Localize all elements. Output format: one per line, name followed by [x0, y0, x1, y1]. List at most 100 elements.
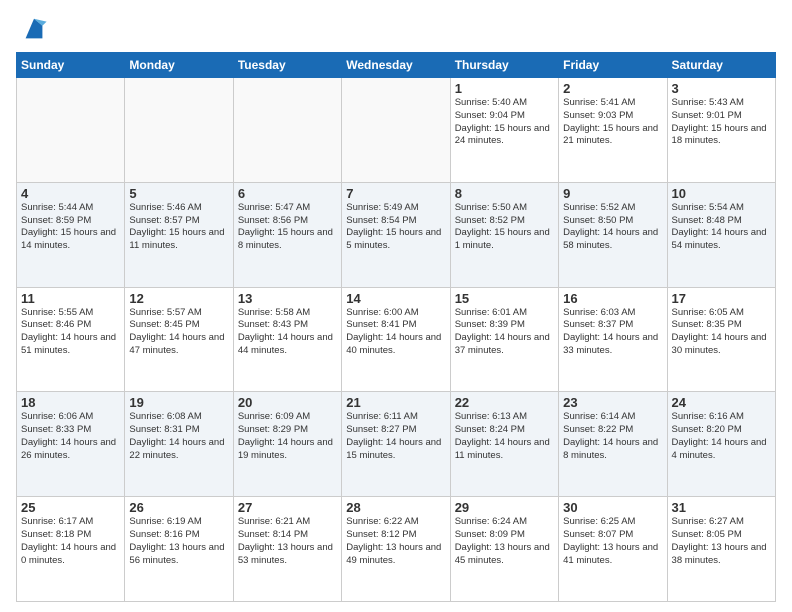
col-header-tuesday: Tuesday: [233, 53, 341, 78]
day-number: 21: [346, 395, 445, 410]
day-cell-9: 9Sunrise: 5:52 AM Sunset: 8:50 PM Daylig…: [559, 182, 667, 287]
week-row-4: 18Sunrise: 6:06 AM Sunset: 8:33 PM Dayli…: [17, 392, 776, 497]
day-number: 2: [563, 81, 662, 96]
day-info: Sunrise: 6:03 AM Sunset: 8:37 PM Dayligh…: [563, 307, 662, 358]
empty-cell: [125, 78, 233, 183]
day-cell-3: 3Sunrise: 5:43 AM Sunset: 9:01 PM Daylig…: [667, 78, 775, 183]
empty-cell: [342, 78, 450, 183]
day-cell-8: 8Sunrise: 5:50 AM Sunset: 8:52 PM Daylig…: [450, 182, 558, 287]
day-cell-24: 24Sunrise: 6:16 AM Sunset: 8:20 PM Dayli…: [667, 392, 775, 497]
day-number: 15: [455, 291, 554, 306]
day-info: Sunrise: 5:54 AM Sunset: 8:48 PM Dayligh…: [672, 202, 771, 253]
col-header-sunday: Sunday: [17, 53, 125, 78]
day-number: 5: [129, 186, 228, 201]
day-number: 11: [21, 291, 120, 306]
day-cell-26: 26Sunrise: 6:19 AM Sunset: 8:16 PM Dayli…: [125, 497, 233, 602]
logo-icon: [20, 16, 48, 44]
day-number: 20: [238, 395, 337, 410]
day-cell-20: 20Sunrise: 6:09 AM Sunset: 8:29 PM Dayli…: [233, 392, 341, 497]
day-number: 13: [238, 291, 337, 306]
day-cell-14: 14Sunrise: 6:00 AM Sunset: 8:41 PM Dayli…: [342, 287, 450, 392]
day-info: Sunrise: 6:17 AM Sunset: 8:18 PM Dayligh…: [21, 516, 120, 567]
day-info: Sunrise: 6:00 AM Sunset: 8:41 PM Dayligh…: [346, 307, 445, 358]
day-number: 6: [238, 186, 337, 201]
day-info: Sunrise: 6:25 AM Sunset: 8:07 PM Dayligh…: [563, 516, 662, 567]
day-info: Sunrise: 5:44 AM Sunset: 8:59 PM Dayligh…: [21, 202, 120, 253]
day-info: Sunrise: 5:49 AM Sunset: 8:54 PM Dayligh…: [346, 202, 445, 253]
day-cell-28: 28Sunrise: 6:22 AM Sunset: 8:12 PM Dayli…: [342, 497, 450, 602]
day-number: 27: [238, 500, 337, 515]
week-row-3: 11Sunrise: 5:55 AM Sunset: 8:46 PM Dayli…: [17, 287, 776, 392]
day-info: Sunrise: 5:41 AM Sunset: 9:03 PM Dayligh…: [563, 97, 662, 148]
week-row-1: 1Sunrise: 5:40 AM Sunset: 9:04 PM Daylig…: [17, 78, 776, 183]
day-info: Sunrise: 6:01 AM Sunset: 8:39 PM Dayligh…: [455, 307, 554, 358]
day-number: 28: [346, 500, 445, 515]
day-cell-19: 19Sunrise: 6:08 AM Sunset: 8:31 PM Dayli…: [125, 392, 233, 497]
day-cell-2: 2Sunrise: 5:41 AM Sunset: 9:03 PM Daylig…: [559, 78, 667, 183]
day-number: 26: [129, 500, 228, 515]
empty-cell: [17, 78, 125, 183]
day-cell-15: 15Sunrise: 6:01 AM Sunset: 8:39 PM Dayli…: [450, 287, 558, 392]
col-header-wednesday: Wednesday: [342, 53, 450, 78]
day-cell-29: 29Sunrise: 6:24 AM Sunset: 8:09 PM Dayli…: [450, 497, 558, 602]
day-number: 4: [21, 186, 120, 201]
day-number: 10: [672, 186, 771, 201]
day-number: 3: [672, 81, 771, 96]
day-info: Sunrise: 6:13 AM Sunset: 8:24 PM Dayligh…: [455, 411, 554, 462]
day-cell-31: 31Sunrise: 6:27 AM Sunset: 8:05 PM Dayli…: [667, 497, 775, 602]
day-number: 18: [21, 395, 120, 410]
day-cell-10: 10Sunrise: 5:54 AM Sunset: 8:48 PM Dayli…: [667, 182, 775, 287]
day-number: 1: [455, 81, 554, 96]
col-header-monday: Monday: [125, 53, 233, 78]
day-info: Sunrise: 6:22 AM Sunset: 8:12 PM Dayligh…: [346, 516, 445, 567]
day-number: 8: [455, 186, 554, 201]
day-info: Sunrise: 5:40 AM Sunset: 9:04 PM Dayligh…: [455, 97, 554, 148]
day-info: Sunrise: 5:57 AM Sunset: 8:45 PM Dayligh…: [129, 307, 228, 358]
header: [16, 16, 776, 44]
day-info: Sunrise: 6:19 AM Sunset: 8:16 PM Dayligh…: [129, 516, 228, 567]
empty-cell: [233, 78, 341, 183]
day-info: Sunrise: 6:05 AM Sunset: 8:35 PM Dayligh…: [672, 307, 771, 358]
day-number: 12: [129, 291, 228, 306]
day-info: Sunrise: 5:43 AM Sunset: 9:01 PM Dayligh…: [672, 97, 771, 148]
day-cell-21: 21Sunrise: 6:11 AM Sunset: 8:27 PM Dayli…: [342, 392, 450, 497]
week-row-5: 25Sunrise: 6:17 AM Sunset: 8:18 PM Dayli…: [17, 497, 776, 602]
day-number: 7: [346, 186, 445, 201]
day-info: Sunrise: 6:09 AM Sunset: 8:29 PM Dayligh…: [238, 411, 337, 462]
day-info: Sunrise: 6:14 AM Sunset: 8:22 PM Dayligh…: [563, 411, 662, 462]
day-info: Sunrise: 5:55 AM Sunset: 8:46 PM Dayligh…: [21, 307, 120, 358]
day-cell-30: 30Sunrise: 6:25 AM Sunset: 8:07 PM Dayli…: [559, 497, 667, 602]
day-info: Sunrise: 5:58 AM Sunset: 8:43 PM Dayligh…: [238, 307, 337, 358]
day-number: 23: [563, 395, 662, 410]
day-info: Sunrise: 6:21 AM Sunset: 8:14 PM Dayligh…: [238, 516, 337, 567]
day-info: Sunrise: 5:50 AM Sunset: 8:52 PM Dayligh…: [455, 202, 554, 253]
day-number: 24: [672, 395, 771, 410]
day-cell-23: 23Sunrise: 6:14 AM Sunset: 8:22 PM Dayli…: [559, 392, 667, 497]
day-number: 19: [129, 395, 228, 410]
day-cell-4: 4Sunrise: 5:44 AM Sunset: 8:59 PM Daylig…: [17, 182, 125, 287]
day-info: Sunrise: 6:24 AM Sunset: 8:09 PM Dayligh…: [455, 516, 554, 567]
day-number: 22: [455, 395, 554, 410]
day-cell-16: 16Sunrise: 6:03 AM Sunset: 8:37 PM Dayli…: [559, 287, 667, 392]
day-cell-5: 5Sunrise: 5:46 AM Sunset: 8:57 PM Daylig…: [125, 182, 233, 287]
day-info: Sunrise: 6:16 AM Sunset: 8:20 PM Dayligh…: [672, 411, 771, 462]
day-cell-12: 12Sunrise: 5:57 AM Sunset: 8:45 PM Dayli…: [125, 287, 233, 392]
col-header-saturday: Saturday: [667, 53, 775, 78]
day-number: 30: [563, 500, 662, 515]
calendar-header-row: SundayMondayTuesdayWednesdayThursdayFrid…: [17, 53, 776, 78]
col-header-thursday: Thursday: [450, 53, 558, 78]
day-number: 29: [455, 500, 554, 515]
day-info: Sunrise: 6:27 AM Sunset: 8:05 PM Dayligh…: [672, 516, 771, 567]
day-cell-18: 18Sunrise: 6:06 AM Sunset: 8:33 PM Dayli…: [17, 392, 125, 497]
day-number: 31: [672, 500, 771, 515]
day-cell-17: 17Sunrise: 6:05 AM Sunset: 8:35 PM Dayli…: [667, 287, 775, 392]
day-cell-1: 1Sunrise: 5:40 AM Sunset: 9:04 PM Daylig…: [450, 78, 558, 183]
day-info: Sunrise: 6:08 AM Sunset: 8:31 PM Dayligh…: [129, 411, 228, 462]
day-number: 16: [563, 291, 662, 306]
day-cell-11: 11Sunrise: 5:55 AM Sunset: 8:46 PM Dayli…: [17, 287, 125, 392]
logo: [16, 16, 48, 44]
day-info: Sunrise: 6:06 AM Sunset: 8:33 PM Dayligh…: [21, 411, 120, 462]
day-cell-7: 7Sunrise: 5:49 AM Sunset: 8:54 PM Daylig…: [342, 182, 450, 287]
week-row-2: 4Sunrise: 5:44 AM Sunset: 8:59 PM Daylig…: [17, 182, 776, 287]
day-number: 25: [21, 500, 120, 515]
